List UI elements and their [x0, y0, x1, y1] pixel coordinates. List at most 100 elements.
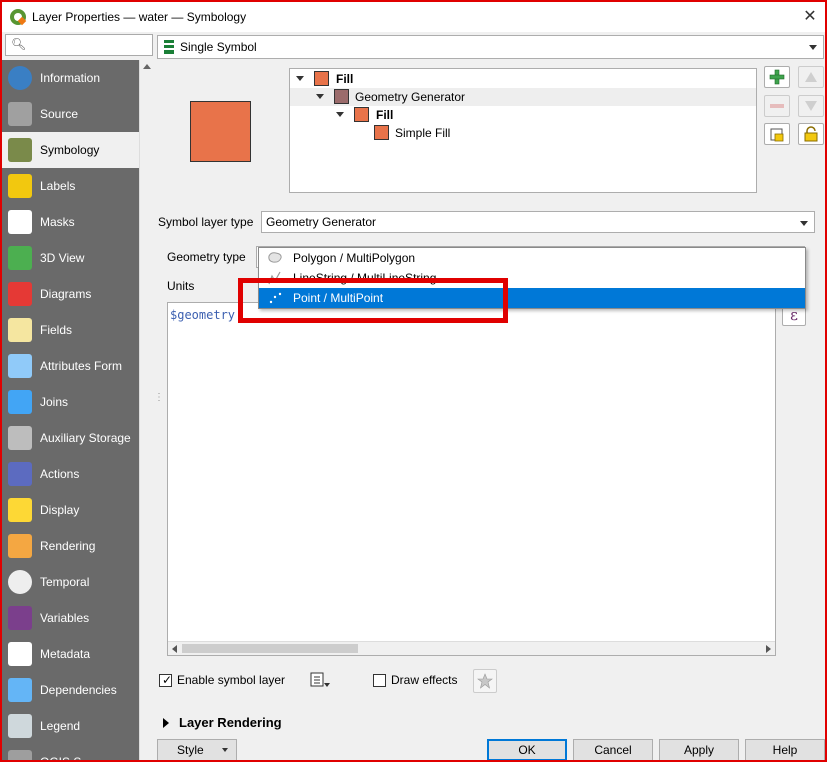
sidebar-item-symbology[interactable]: Symbology [2, 132, 139, 168]
sidebar-search-input[interactable]: 🔍︎ [5, 34, 153, 56]
renderer-combo[interactable]: Single Symbol [157, 35, 824, 59]
symbol-preview [190, 101, 251, 162]
clock-icon [8, 570, 32, 594]
tree-label-fill: Fill [336, 72, 354, 86]
scroll-left-arrow-icon[interactable] [172, 645, 177, 653]
masks-abc-icon [8, 210, 32, 234]
ok-button[interactable]: OK [487, 739, 567, 760]
sidebar-scrollbar[interactable] [139, 60, 153, 760]
search-icon: 🔍︎ [11, 37, 27, 51]
sidebar-item-label: Metadata [40, 647, 91, 661]
sidebar-item-source[interactable]: Source [2, 96, 139, 132]
sidebar-item-label: Information [40, 71, 101, 85]
chevron-down-icon [809, 45, 817, 50]
layer-rendering-group-label[interactable]: Layer Rendering [179, 715, 282, 730]
sidebar-item-label: Legend [40, 719, 81, 733]
move-up-button[interactable] [798, 66, 824, 88]
gear-icon [8, 462, 32, 486]
sidebar-item-fields[interactable]: Fields [2, 312, 139, 348]
tree-row-simple-fill[interactable]: Simple Fill [290, 124, 756, 142]
sidebar-item-joins[interactable]: Joins [2, 384, 139, 420]
metadata-icon [8, 642, 32, 666]
epsilon-icon [8, 606, 32, 630]
sidebar-item-temporal[interactable]: Temporal [2, 564, 139, 600]
plus-icon [769, 69, 785, 85]
sidebar-item-label: Temporal [40, 575, 90, 589]
window-title: Layer Properties — water — Symbology [32, 10, 247, 24]
lock-layer-button[interactable] [798, 123, 824, 145]
sidebar-item-masks[interactable]: Masks [2, 204, 139, 240]
expression-editor[interactable]: $geometry [167, 302, 776, 656]
help-button[interactable]: Help [745, 739, 825, 760]
enable-symbol-layer-checkbox[interactable]: ✓ [159, 673, 172, 687]
sidebar-item-label: Attributes Form [40, 359, 123, 373]
layer-properties-dialog: Layer Properties — water — Symbology ✕ 🔍… [0, 0, 827, 762]
sidebar-item-attributes-form[interactable]: Attributes Form [2, 348, 139, 384]
add-layer-button[interactable] [764, 66, 790, 88]
single-symbol-icon [164, 40, 174, 54]
renderer-value: Single Symbol [180, 40, 257, 54]
option-polygon[interactable]: Polygon / MultiPolygon [259, 248, 805, 268]
sidebar-item-dependencies[interactable]: Dependencies [2, 672, 139, 708]
editor-horizontal-scrollbar[interactable] [168, 641, 775, 655]
move-down-button[interactable] [798, 95, 824, 117]
sidebar-item-label: Rendering [40, 539, 96, 553]
tree-row-sub-fill[interactable]: Fill [290, 106, 756, 124]
sidebar-item-variables[interactable]: Variables [2, 600, 139, 636]
sidebar-item-legend[interactable]: Legend [2, 708, 139, 744]
sidebar: Information Source Symbology Labels Masks 3D … [2, 60, 139, 760]
scroll-right-arrow-icon[interactable] [766, 645, 771, 653]
legend-icon [8, 714, 32, 738]
remove-layer-button[interactable] [764, 95, 790, 117]
arrow-down-icon [805, 101, 817, 111]
symbol-layer-type-combo[interactable]: Geometry Generator [261, 211, 815, 233]
geometry-type-label: Geometry type [167, 250, 246, 264]
effects-button[interactable] [473, 669, 497, 693]
expand-triangle-icon[interactable] [296, 76, 304, 81]
geometry-generator-swatch [334, 89, 349, 104]
symbol-layer-type-value: Geometry Generator [266, 215, 377, 229]
scroll-thumb[interactable] [182, 644, 358, 653]
tree-label-sub-fill: Fill [376, 108, 394, 122]
expression-text: $geometry [170, 308, 236, 322]
sidebar-item-information[interactable]: Information [2, 60, 139, 96]
collapse-arrow-icon[interactable] [163, 718, 169, 728]
sidebar-item-metadata[interactable]: Metadata [2, 636, 139, 672]
sidebar-item-diagrams[interactable]: Diagrams [2, 276, 139, 312]
draw-effects-label: Draw effects [391, 673, 458, 687]
expand-triangle-icon[interactable] [336, 112, 344, 117]
sidebar-item-label: Symbology [40, 143, 100, 157]
style-button[interactable]: Style [157, 739, 237, 760]
draw-effects-checkbox[interactable] [373, 674, 386, 687]
data-defined-icon [310, 672, 330, 687]
minus-icon [770, 104, 784, 108]
tree-row-geometry-generator[interactable]: Geometry Generator [290, 88, 756, 106]
expand-triangle-icon[interactable] [316, 94, 324, 99]
symbol-layer-tree[interactable]: Fill Geometry Generator Fill Simple Fill [289, 68, 757, 193]
splitter-handle[interactable]: ⋮ [154, 392, 164, 403]
symbol-layer-type-label: Symbol layer type [158, 215, 254, 229]
sidebar-item-label: Dependencies [40, 683, 117, 697]
data-defined-override-button[interactable] [307, 668, 331, 692]
scroll-up-arrow-icon[interactable] [143, 64, 151, 69]
sidebar-item-qgis-s[interactable]: QGIS S... [2, 744, 139, 760]
sidebar-item-3d-view[interactable]: 3D View [2, 240, 139, 276]
tree-row-fill[interactable]: Fill [290, 70, 756, 88]
sidebar-item-labels[interactable]: Labels [2, 168, 139, 204]
units-label: Units [167, 279, 195, 293]
apply-button[interactable]: Apply [659, 739, 739, 760]
sidebar-item-auxiliary-storage[interactable]: Auxiliary Storage [2, 420, 139, 456]
close-icon[interactable]: ✕ [799, 6, 821, 28]
sidebar-item-label: Source [40, 107, 79, 121]
cancel-button[interactable]: Cancel [573, 739, 653, 760]
paintbrush-icon [8, 138, 32, 162]
sidebar-item-actions[interactable]: Actions [2, 456, 139, 492]
labels-abc-icon [8, 174, 32, 198]
star-icon [477, 673, 493, 689]
duplicate-layer-button[interactable] [764, 123, 790, 145]
tree-label-geometry-generator: Geometry Generator [355, 90, 466, 104]
sidebar-item-rendering[interactable]: Rendering [2, 528, 139, 564]
sidebar-item-display[interactable]: Display [2, 492, 139, 528]
sidebar-item-label: Joins [40, 395, 69, 409]
chevron-down-icon [800, 221, 808, 226]
